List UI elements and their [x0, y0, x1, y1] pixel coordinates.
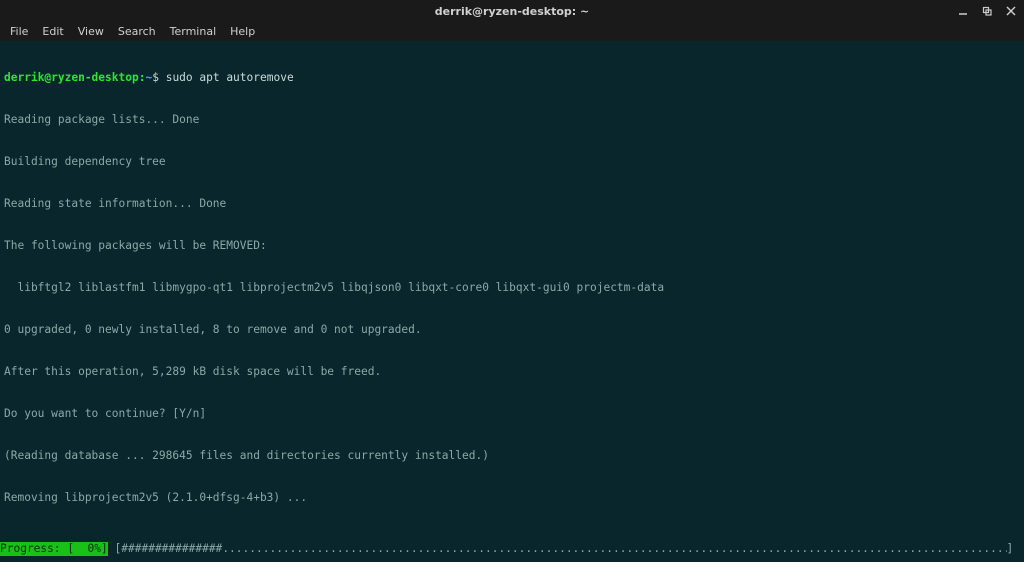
progress-label: Progress: [ 0%] — [0, 542, 108, 556]
output-line: The following packages will be REMOVED: — [4, 239, 1020, 253]
terminal-window: derrik@ryzen-desktop: ~ File Edit View S… — [0, 0, 1024, 562]
menu-file[interactable]: File — [4, 24, 34, 39]
menu-help[interactable]: Help — [224, 24, 261, 39]
output-line: Reading state information... Done — [4, 197, 1020, 211]
minimize-icon[interactable] — [956, 4, 970, 18]
output-line: Do you want to continue? [Y/n] — [4, 407, 1020, 421]
output-line: Building dependency tree — [4, 155, 1020, 169]
window-controls — [956, 0, 1018, 22]
output-line: 0 upgraded, 0 newly installed, 8 to remo… — [4, 323, 1020, 337]
output-packages: libftgl2 liblastfm1 libmygpo-qt1 libproj… — [4, 281, 1020, 295]
output-line: Reading package lists... Done — [4, 113, 1020, 127]
prompt-user-host: derrik@ryzen-desktop — [4, 71, 139, 84]
menubar: File Edit View Search Terminal Help — [0, 22, 1024, 41]
terminal-body[interactable]: derrik@ryzen-desktop:~$ sudo apt autorem… — [0, 41, 1024, 562]
output-line: After this operation, 5,289 kB disk spac… — [4, 365, 1020, 379]
close-icon[interactable] — [1004, 4, 1018, 18]
progress-open: [ — [108, 542, 121, 555]
command-text: sudo apt autoremove — [166, 71, 294, 84]
window-title: derrik@ryzen-desktop: ~ — [435, 5, 589, 18]
progress-close: ] — [1007, 542, 1020, 556]
progress-bar: Progress: [ 0%] [###############........… — [0, 542, 1024, 556]
output-line: (Reading database ... 298645 files and d… — [4, 449, 1020, 463]
progress-track: [###############........................… — [108, 542, 1007, 556]
menu-terminal[interactable]: Terminal — [164, 24, 223, 39]
maximize-icon[interactable] — [980, 4, 994, 18]
progress-dots: ........................................… — [222, 542, 1006, 555]
output-line: Removing libprojectm2v5 (2.1.0+dfsg-4+b3… — [4, 491, 1020, 505]
menu-search[interactable]: Search — [112, 24, 162, 39]
menu-edit[interactable]: Edit — [36, 24, 69, 39]
menu-view[interactable]: View — [72, 24, 110, 39]
prompt-symbol: $ — [152, 71, 165, 84]
prompt-line: derrik@ryzen-desktop:~$ sudo apt autorem… — [4, 71, 1020, 85]
progress-fill: ############### — [121, 542, 222, 555]
titlebar: derrik@ryzen-desktop: ~ — [0, 0, 1024, 22]
